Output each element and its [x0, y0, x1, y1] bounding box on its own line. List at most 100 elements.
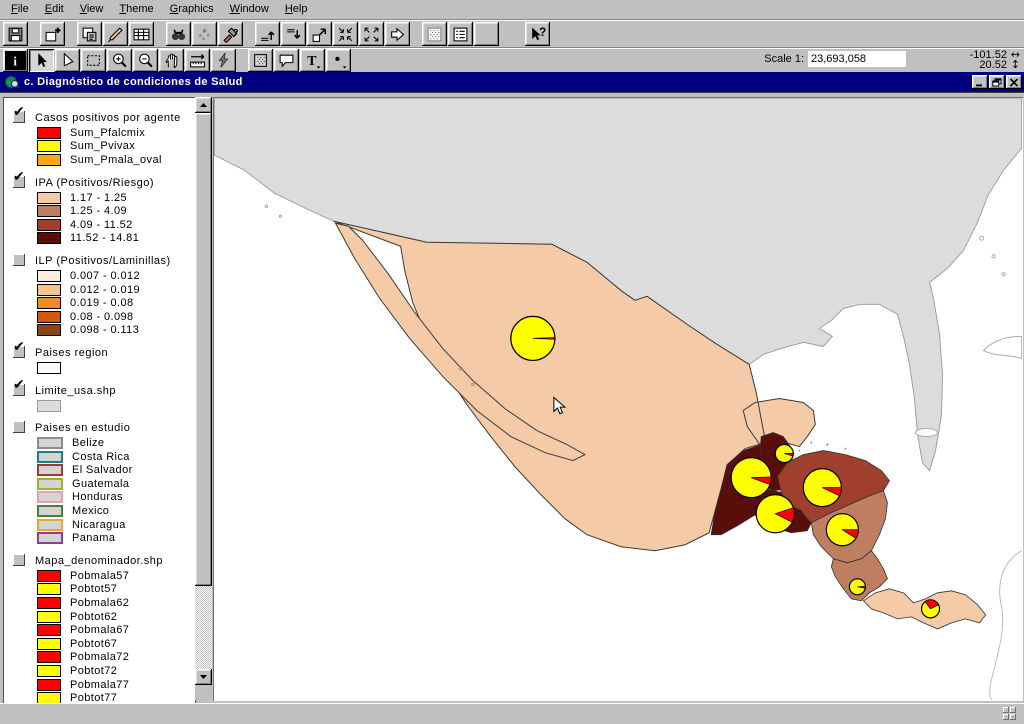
pie-chart-mexico — [511, 316, 555, 360]
legend-class-row: Guatemala — [11, 477, 195, 491]
zoom-out-step-button[interactable] — [359, 22, 384, 46]
legend-swatch — [37, 140, 61, 152]
menu-file[interactable]: File — [3, 1, 37, 18]
promote-icon — [259, 26, 276, 43]
legend-theme: ✔Casos positivos por agenteSum_PfalcmixS… — [11, 110, 195, 167]
menu-theme[interactable]: Theme — [111, 1, 161, 18]
scroll-down-icon[interactable] — [195, 669, 212, 685]
scale-input[interactable] — [808, 51, 906, 67]
zoom-full-extent-button[interactable] — [255, 22, 280, 46]
identify-button[interactable]: i — [3, 49, 28, 72]
legend-scrollbar[interactable] — [195, 97, 212, 700]
menu-graphics[interactable]: Graphics — [162, 1, 222, 18]
theme-checkbox[interactable]: ✔ — [13, 384, 25, 396]
theme-checkbox[interactable] — [13, 254, 25, 266]
legend-class-row: Pobtot72 — [11, 664, 195, 678]
theme-checkbox[interactable]: ✔ — [13, 111, 25, 123]
vertex-edit-button[interactable] — [55, 49, 80, 72]
minimize-button[interactable] — [972, 75, 988, 89]
legend-class-label: Mexico — [72, 505, 109, 517]
window-arrange-icon[interactable] — [1003, 707, 1017, 721]
theme-label[interactable]: Limite_usa.shp — [35, 383, 116, 397]
menu-view[interactable]: View — [72, 1, 112, 18]
restore-button[interactable] — [989, 75, 1005, 89]
edit-legend-button[interactable] — [103, 22, 128, 46]
legend-class-row: Pobtot67 — [11, 637, 195, 651]
map-canvas[interactable] — [213, 97, 1023, 701]
legend-swatch — [37, 464, 63, 476]
callout-button[interactable] — [274, 49, 299, 72]
theme-checkbox[interactable] — [13, 554, 25, 566]
menu-help[interactable]: Help — [277, 1, 316, 18]
theme-label[interactable]: Mapa_denominador.shp — [35, 553, 163, 567]
legend-class-label: 0.08 - 0.098 — [70, 311, 134, 323]
theme-label[interactable]: Paises region — [35, 345, 108, 359]
menu-edit[interactable]: Edit — [37, 1, 72, 18]
legend-swatch — [37, 570, 61, 582]
open-theme-table-button[interactable] — [129, 22, 154, 46]
measure-icon — [189, 52, 206, 69]
draw-point-icon — [330, 52, 347, 69]
theme-label[interactable]: IPA (Positivos/Riesgo) — [35, 175, 154, 189]
help-button[interactable]: ? — [525, 22, 550, 46]
scroll-up-icon[interactable] — [195, 97, 212, 113]
view-title: c. Diagnóstico de condiciones de Salud — [24, 76, 971, 88]
legend-class-label: Sum_Pfalcmix — [70, 127, 145, 139]
query-builder-button[interactable]: ? — [218, 22, 243, 46]
scrollbar-thumb[interactable] — [195, 113, 212, 586]
legend-class-row: Pobmala62 — [11, 596, 195, 610]
save-button[interactable] — [3, 22, 28, 46]
blank-button[interactable] — [474, 22, 499, 46]
theme-checkbox[interactable]: ✔ — [13, 176, 25, 188]
locate-address-button[interactable] — [192, 22, 217, 46]
theme-label[interactable]: Paises en estudio — [35, 420, 130, 434]
theme-label[interactable]: ILP (Positivos/Laminillas) — [35, 253, 171, 267]
legend-swatch — [37, 583, 61, 595]
close-icon[interactable] — [1006, 75, 1022, 89]
zoom-in-step-button[interactable] — [333, 22, 358, 46]
table-of-contents[interactable]: ✔Casos positivos por agenteSum_PfalcmixS… — [3, 97, 196, 704]
theme-label[interactable]: Casos positivos por agente — [35, 110, 181, 124]
zoom-in-button[interactable] — [107, 49, 132, 72]
zoom-themes-icon — [311, 26, 328, 43]
theme-checkbox[interactable] — [13, 421, 25, 433]
theme-properties-button[interactable] — [77, 22, 102, 46]
legend-editor-button[interactable] — [448, 22, 473, 46]
legend-swatch — [37, 324, 61, 336]
legend-swatch — [37, 491, 63, 503]
legend-list-icon — [452, 26, 469, 43]
legend-class-row: 0.08 - 0.098 — [11, 310, 195, 324]
legend-swatch — [37, 505, 63, 517]
check-icon: ✔ — [13, 169, 25, 185]
legend-class-label: 0.098 - 0.113 — [70, 324, 139, 336]
legend-theme: Mapa_denominador.shpPobmala57Pobtot57Pob… — [11, 553, 195, 704]
measure-button[interactable] — [185, 49, 210, 72]
pointer-icon — [33, 52, 50, 69]
zoom-selected-button[interactable] — [307, 22, 332, 46]
area-of-interest-button[interactable] — [248, 49, 273, 72]
scrollbar-track[interactable] — [195, 586, 212, 669]
zoom-active-theme-button[interactable] — [281, 22, 306, 46]
find-button[interactable] — [166, 22, 191, 46]
menu-window[interactable]: Window — [222, 1, 277, 18]
legend-class-label: Pobtot67 — [70, 638, 117, 650]
select-features-button[interactable] — [422, 22, 447, 46]
pointer-button[interactable] — [29, 49, 54, 72]
text-button[interactable]: T — [300, 49, 325, 72]
view-title-bar[interactable]: c. Diagnóstico de condiciones de Salud — [0, 72, 1024, 92]
legend-swatch — [37, 478, 63, 490]
theme-checkbox[interactable]: ✔ — [13, 346, 25, 358]
select-box-button[interactable] — [81, 49, 106, 72]
add-theme-button[interactable] — [40, 22, 65, 46]
draw-point-button[interactable] — [326, 49, 351, 72]
legend-class-row: Honduras — [11, 491, 195, 505]
previous-extent-button[interactable] — [385, 22, 410, 46]
hot-link-button[interactable] — [211, 49, 236, 72]
pan-button[interactable] — [159, 49, 184, 72]
edit-legend-icon — [107, 26, 124, 43]
legend-class-row: Mexico — [11, 504, 195, 518]
legend-class-label: Costa Rica — [72, 451, 130, 463]
zoom-out-button[interactable] — [133, 49, 158, 72]
legend-class-label: 0.007 - 0.012 — [70, 270, 140, 282]
legend-class-label: Pobmala62 — [70, 597, 129, 609]
